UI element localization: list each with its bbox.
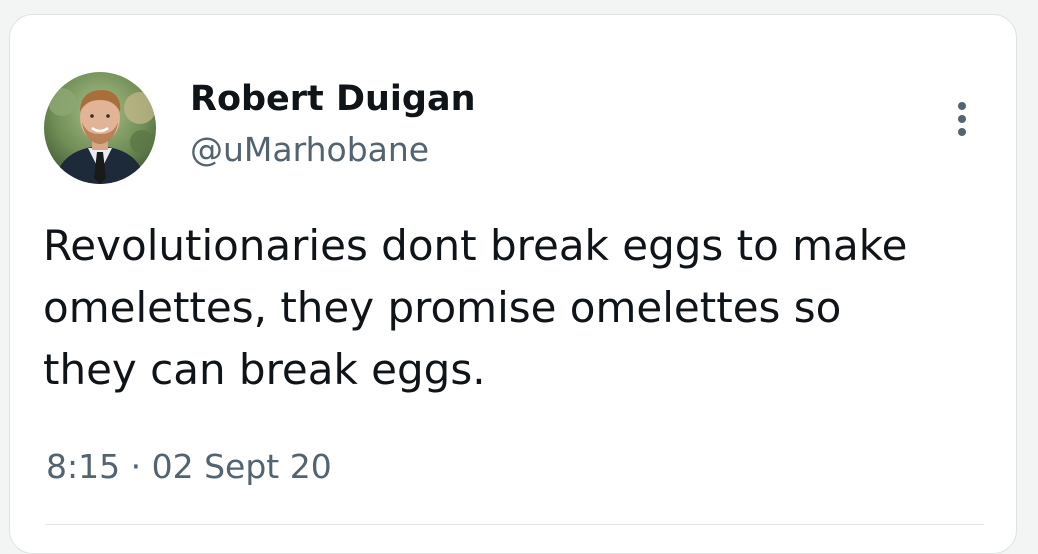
divider [46, 524, 984, 525]
avatar[interactable] [44, 72, 156, 184]
tweet-text-line: omelettes, they promise omelettes so [43, 283, 842, 332]
tweet-date: 02 Sept 20 [151, 447, 332, 486]
tweet-text: Revolutionaries dont break eggs to make … [43, 215, 1003, 401]
author-handle[interactable]: @uMarhobane [190, 129, 429, 171]
avatar-image [44, 72, 156, 184]
author-display-name[interactable]: Robert Duigan [190, 77, 476, 121]
tweet-text-line: Revolutionaries dont break eggs to make [43, 221, 908, 270]
tweet-time: 8:15 [46, 447, 121, 486]
meta-separator: · [130, 447, 142, 486]
more-vertical-icon [958, 102, 966, 136]
tweet-timestamp[interactable]: 8:15 · 02 Sept 20 [46, 445, 332, 489]
tweet-text-line: they can break eggs. [43, 345, 486, 394]
more-options-button[interactable] [940, 97, 984, 141]
tweet-card: Robert Duigan @uMarhobane Revolutionarie… [9, 14, 1017, 554]
